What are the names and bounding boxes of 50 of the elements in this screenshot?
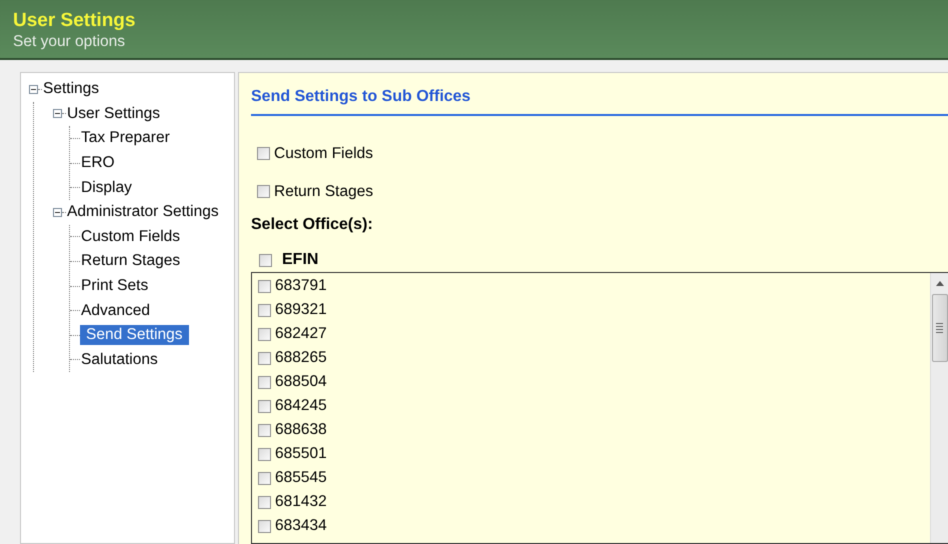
tree-item[interactable]: Custom Fields bbox=[80, 226, 182, 247]
tree-item[interactable]: User Settings bbox=[66, 104, 162, 124]
efin-item[interactable]: 683791 bbox=[275, 274, 327, 298]
window-subtitle: Set your options bbox=[13, 32, 126, 52]
efin-item[interactable]: 685545 bbox=[275, 466, 327, 490]
efin-item[interactable]: 688638 bbox=[275, 418, 327, 442]
checkbox[interactable] bbox=[258, 304, 271, 316]
scroll-thumb[interactable] bbox=[932, 294, 948, 362]
checkbox[interactable] bbox=[258, 376, 271, 388]
checkbox[interactable] bbox=[258, 400, 271, 412]
column-header: EFIN bbox=[282, 250, 318, 270]
tree-item[interactable]: Print Sets bbox=[80, 276, 150, 296]
efin-item[interactable]: 688504 bbox=[275, 370, 327, 394]
collapse-icon[interactable] bbox=[29, 84, 38, 94]
efin-item[interactable]: 689321 bbox=[275, 298, 327, 322]
efin-item[interactable]: 685501 bbox=[275, 442, 327, 466]
efin-item[interactable]: 683434 bbox=[275, 514, 327, 538]
tree-item[interactable]: Salutations bbox=[80, 350, 159, 370]
checkbox[interactable] bbox=[258, 496, 271, 508]
checkbox[interactable] bbox=[258, 472, 271, 484]
checkbox[interactable] bbox=[258, 328, 271, 340]
checkbox[interactable] bbox=[257, 185, 270, 198]
tree-item[interactable]: Advanced bbox=[80, 300, 151, 321]
collapse-icon[interactable] bbox=[53, 208, 62, 217]
select-label: Select Office(s): bbox=[251, 215, 373, 235]
checkbox[interactable] bbox=[257, 147, 270, 160]
checkbox[interactable] bbox=[259, 254, 272, 266]
scroll-up-icon[interactable] bbox=[936, 281, 944, 286]
checkbox[interactable] bbox=[258, 280, 271, 292]
efin-item[interactable]: 684245 bbox=[275, 394, 327, 418]
tree-item[interactable]: Administrator Settings bbox=[66, 202, 220, 222]
efin-item[interactable]: 688265 bbox=[275, 346, 327, 370]
window-title: User Settings bbox=[13, 10, 136, 32]
checkbox[interactable] bbox=[258, 448, 271, 460]
tree-item[interactable]: ERO bbox=[80, 153, 116, 174]
tree-item[interactable]: Tax Preparer bbox=[80, 128, 171, 148]
checkbox[interactable] bbox=[258, 520, 271, 532]
checkbox[interactable] bbox=[258, 352, 271, 364]
option-label: Custom Fields bbox=[274, 144, 374, 164]
section-title: Send Settings to Sub Offices bbox=[251, 88, 471, 105]
collapse-icon[interactable] bbox=[53, 109, 62, 118]
efin-item[interactable]: 681432 bbox=[275, 490, 327, 514]
tree-item[interactable]: Send Settings bbox=[80, 325, 189, 346]
tree-item[interactable]: Return Stages bbox=[80, 251, 182, 272]
tree-item[interactable]: Display bbox=[80, 178, 133, 198]
option-label: Return Stages bbox=[274, 182, 374, 202]
efin-item[interactable]: 682427 bbox=[275, 322, 327, 346]
tree-item[interactable]: Settings bbox=[42, 79, 100, 100]
checkbox[interactable] bbox=[258, 424, 271, 436]
scrollbar[interactable] bbox=[930, 273, 948, 543]
